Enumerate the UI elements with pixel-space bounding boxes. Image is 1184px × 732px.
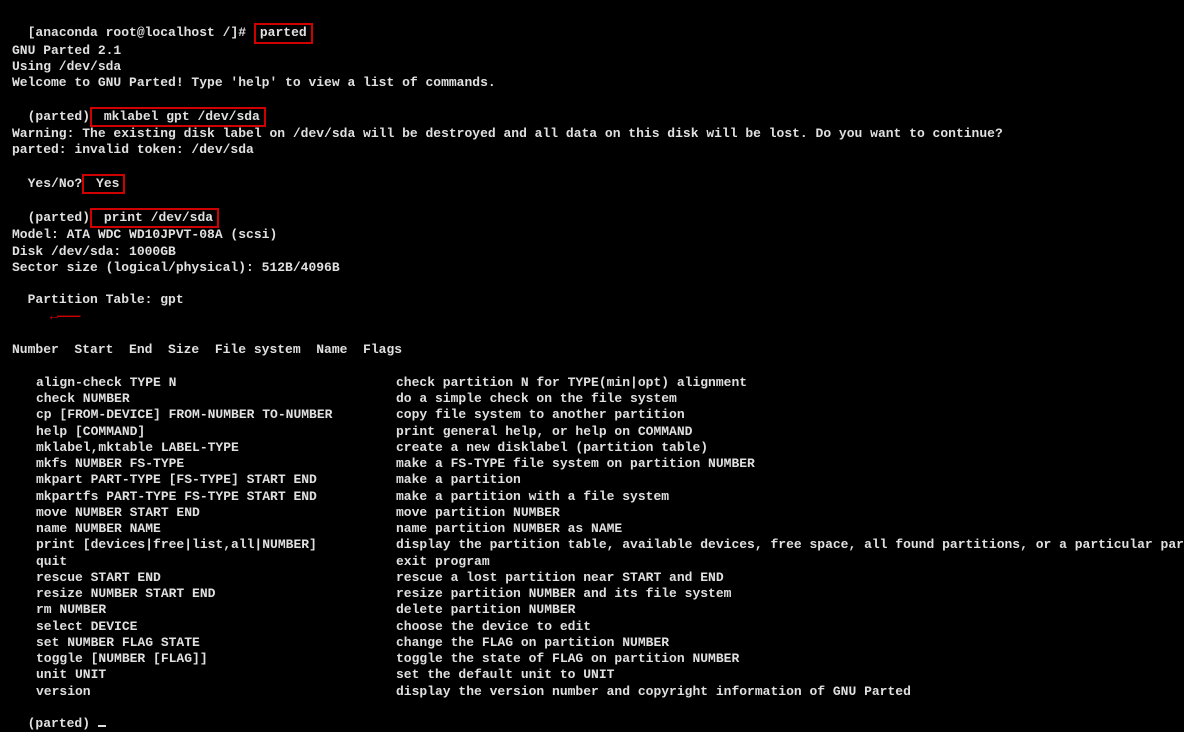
help-description: create a new disklabel (partition table) (396, 440, 1172, 456)
help-command: set NUMBER FLAG STATE (12, 635, 396, 651)
cmd-mklabel: mklabel gpt /dev/sda (96, 109, 260, 124)
parted-invalid-token: parted: invalid token: /dev/sda (12, 142, 1172, 158)
parted-prompt: (parted) (28, 109, 90, 124)
help-command: version (12, 684, 396, 700)
help-description: copy file system to another partition (396, 407, 1172, 423)
help-command: align-check TYPE N (12, 375, 396, 391)
help-description: set the default unit to UNIT (396, 667, 1172, 683)
help-command: mkpart PART-TYPE [FS-TYPE] START END (12, 472, 396, 488)
blank-line (12, 326, 1172, 342)
help-row: mkpart PART-TYPE [FS-TYPE] START ENDmake… (12, 472, 1172, 488)
help-command: name NUMBER NAME (12, 521, 396, 537)
help-description: move partition NUMBER (396, 505, 1172, 521)
help-row: mkfs NUMBER FS-TYPEmake a FS-TYPE file s… (12, 456, 1172, 472)
help-description: display the partition table, available d… (396, 537, 1184, 553)
help-command: mkfs NUMBER FS-TYPE (12, 456, 396, 472)
help-row: versiondisplay the version number and co… (12, 684, 1172, 700)
help-command: rescue START END (12, 570, 396, 586)
help-command: cp [FROM-DEVICE] FROM-NUMBER TO-NUMBER (12, 407, 396, 423)
help-description: make a partition (396, 472, 1172, 488)
help-row: check NUMBERdo a simple check on the fil… (12, 391, 1172, 407)
help-row: align-check TYPE Ncheck partition N for … (12, 375, 1172, 391)
help-description: toggle the state of FLAG on partition NU… (396, 651, 1172, 667)
help-row: cp [FROM-DEVICE] FROM-NUMBER TO-NUMBERco… (12, 407, 1172, 423)
help-row: mklabel,mktable LABEL-TYPEcreate a new d… (12, 440, 1172, 456)
cursor (98, 725, 106, 727)
help-row: help [COMMAND]print general help, or hel… (12, 424, 1172, 440)
parted-prompt-final-line[interactable]: (parted) (12, 700, 1172, 732)
help-table: align-check TYPE Ncheck partition N for … (12, 375, 1172, 700)
parted-using: Using /dev/sda (12, 59, 1172, 75)
disk-model: Model: ATA WDC WD10JPVT-08A (scsi) (12, 227, 1172, 243)
help-command: help [COMMAND] (12, 424, 396, 440)
help-row: mkpartfs PART-TYPE FS-TYPE START ENDmake… (12, 489, 1172, 505)
parted-welcome: Welcome to GNU Parted! Type 'help' to vi… (12, 75, 1172, 91)
help-row: unit UNITset the default unit to UNIT (12, 667, 1172, 683)
help-command: rm NUMBER (12, 602, 396, 618)
highlight-answer-yes: Yes (82, 174, 125, 194)
yesno-prompt: Yes/No? (28, 176, 83, 191)
help-command: resize NUMBER START END (12, 586, 396, 602)
shell-prompt-line: [anaconda root@localhost /]# parted (12, 8, 1172, 43)
help-description: delete partition NUMBER (396, 602, 1172, 618)
cmd-print: print /dev/sda (96, 210, 213, 225)
arrow-annotation: ←——— (28, 309, 80, 327)
help-description: display the version number and copyright… (396, 684, 1172, 700)
help-row: set NUMBER FLAG STATEchange the FLAG on … (12, 635, 1172, 651)
disk-size: Disk /dev/sda: 1000GB (12, 244, 1172, 260)
help-description: choose the device to edit (396, 619, 1172, 635)
help-row: quitexit program (12, 554, 1172, 570)
help-row: move NUMBER START ENDmove partition NUMB… (12, 505, 1172, 521)
parted-yesno-line: Yes/No? Yes (12, 158, 1172, 193)
parted-version: GNU Parted 2.1 (12, 43, 1172, 59)
help-description: check partition N for TYPE(min|opt) alig… (396, 375, 1172, 391)
help-command: mkpartfs PART-TYPE FS-TYPE START END (12, 489, 396, 505)
parted-prompt-final: (parted) (28, 716, 98, 731)
help-command: print [devices|free|list,all|NUMBER] (12, 537, 396, 553)
help-description: do a simple check on the file system (396, 391, 1172, 407)
answer-yes: Yes (88, 176, 119, 191)
blank-line (12, 359, 1172, 375)
help-description: change the FLAG on partition NUMBER (396, 635, 1172, 651)
help-row: select DEVICEchoose the device to edit (12, 619, 1172, 635)
help-row: print [devices|free|list,all|NUMBER]disp… (12, 537, 1172, 553)
help-description: make a FS-TYPE file system on partition … (396, 456, 1172, 472)
help-description: print general help, or help on COMMAND (396, 424, 1172, 440)
parted-warning: Warning: The existing disk label on /dev… (12, 126, 1172, 142)
highlight-cmd-parted: parted (254, 23, 313, 43)
help-row: toggle [NUMBER [FLAG]]toggle the state o… (12, 651, 1172, 667)
disk-ptable: Partition Table: gpt (28, 292, 184, 307)
help-command: mklabel,mktable LABEL-TYPE (12, 440, 396, 456)
help-command: unit UNIT (12, 667, 396, 683)
help-row: name NUMBER NAMEname partition NUMBER as… (12, 521, 1172, 537)
highlight-cmd-print: print /dev/sda (90, 208, 219, 228)
help-command: quit (12, 554, 396, 570)
help-description: resize partition NUMBER and its file sys… (396, 586, 1172, 602)
parted-print-line: (parted) print /dev/sda (12, 193, 1172, 228)
help-description: name partition NUMBER as NAME (396, 521, 1172, 537)
help-command: select DEVICE (12, 619, 396, 635)
cmd-parted: parted (260, 25, 307, 40)
shell-prompt: [anaconda root@localhost /]# (28, 25, 254, 40)
help-command: check NUMBER (12, 391, 396, 407)
help-row: rescue START ENDrescue a lost partition … (12, 570, 1172, 586)
disk-sector: Sector size (logical/physical): 512B/409… (12, 260, 1172, 276)
parted-prompt: (parted) (28, 210, 90, 225)
help-row: resize NUMBER START ENDresize partition … (12, 586, 1172, 602)
help-description: exit program (396, 554, 1172, 570)
help-row: rm NUMBERdelete partition NUMBER (12, 602, 1172, 618)
partition-header: Number Start End Size File system Name F… (12, 342, 1172, 358)
disk-ptable-line: Partition Table: gpt ←——— (12, 276, 1172, 326)
help-command: move NUMBER START END (12, 505, 396, 521)
help-description: make a partition with a file system (396, 489, 1172, 505)
help-command: toggle [NUMBER [FLAG]] (12, 651, 396, 667)
highlight-cmd-mklabel: mklabel gpt /dev/sda (90, 107, 266, 127)
help-description: rescue a lost partition near START and E… (396, 570, 1172, 586)
parted-mklabel-line: (parted) mklabel gpt /dev/sda (12, 91, 1172, 126)
